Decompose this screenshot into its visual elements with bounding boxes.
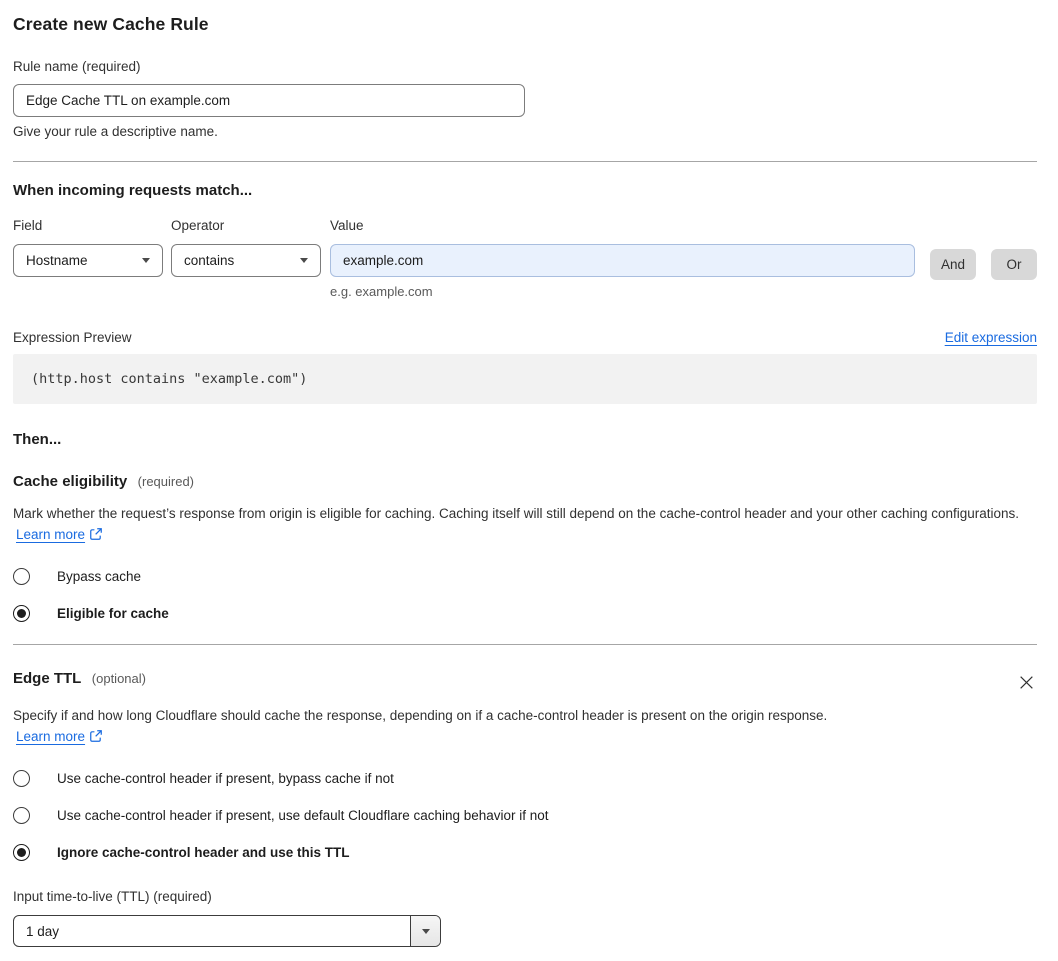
operator-select[interactable]: contains	[171, 244, 321, 277]
edge-ttl-title-wrap: Edge TTL (optional)	[13, 670, 146, 688]
edge-ttl-qualifier: (optional)	[91, 671, 146, 686]
external-link-icon	[89, 526, 103, 547]
expression-code-block: (http.host contains "example.com")	[13, 354, 1037, 404]
create-cache-rule-page: Create new Cache Rule Rule name (require…	[0, 0, 1058, 961]
radio-label: Use cache-control header if present, byp…	[57, 771, 394, 786]
radio-icon	[13, 770, 30, 787]
chevron-down-icon	[142, 258, 150, 263]
radio-ignore-header-use-ttl[interactable]: Ignore cache-control header and use this…	[13, 844, 1037, 861]
match-condition-row: Field Hostname Operator contains Value e…	[13, 218, 1037, 299]
chevron-down-icon	[421, 928, 430, 934]
operator-label: Operator	[171, 218, 225, 233]
radio-icon-checked	[13, 844, 30, 861]
close-icon	[1020, 676, 1033, 689]
cache-eligibility-title: Cache eligibility	[13, 473, 128, 490]
radio-icon-checked	[13, 605, 30, 622]
cache-eligibility-options: Bypass cache Eligible for cache	[13, 568, 1037, 622]
radio-use-header-default[interactable]: Use cache-control header if present, use…	[13, 807, 1037, 824]
ttl-label: Input time-to-live (TTL) (required)	[13, 889, 212, 904]
operator-column: Operator contains	[171, 218, 321, 277]
close-edge-ttl-button[interactable]	[1016, 672, 1037, 693]
external-link-icon	[89, 728, 103, 749]
radio-label: Bypass cache	[57, 569, 142, 584]
field-select-value: Hostname	[26, 253, 88, 268]
radio-icon	[13, 807, 30, 824]
expression-header: Expression Preview Edit expression	[13, 330, 1037, 345]
operator-select-value: contains	[184, 253, 235, 268]
edge-ttl-title: Edge TTL	[13, 670, 82, 687]
expression-code: (http.host contains "example.com")	[31, 371, 308, 387]
divider	[13, 644, 1037, 645]
edge-ttl-learn-more-link[interactable]: Learn more	[16, 729, 85, 744]
field-select[interactable]: Hostname	[13, 244, 163, 277]
radio-label: Ignore cache-control header and use this…	[57, 845, 350, 860]
cache-eligibility-description: Mark whether the request’s response from…	[13, 503, 1037, 547]
edge-ttl-description-text: Specify if and how long Cloudflare shoul…	[13, 708, 828, 723]
radio-label: Use cache-control header if present, use…	[57, 808, 549, 823]
field-column: Field Hostname	[13, 218, 163, 277]
rule-name-input[interactable]	[13, 84, 525, 117]
chevron-down-icon	[300, 258, 308, 263]
edge-ttl-options: Use cache-control header if present, byp…	[13, 770, 1037, 861]
cache-eligibility-qualifier: (required)	[137, 474, 195, 489]
cache-eligibility-description-text: Mark whether the request’s response from…	[13, 506, 1020, 521]
field-label: Field	[13, 218, 43, 233]
edit-expression-link[interactable]: Edit expression	[945, 330, 1037, 345]
ttl-select-arrow-button[interactable]	[410, 916, 440, 946]
and-button[interactable]: And	[930, 249, 976, 280]
then-heading: Then...	[13, 431, 62, 448]
radio-label: Eligible for cache	[57, 606, 169, 621]
value-input[interactable]	[330, 244, 915, 277]
radio-bypass-cache[interactable]: Bypass cache	[13, 568, 1037, 585]
ttl-input-group: Input time-to-live (TTL) (required) 1 da…	[13, 888, 1037, 947]
cache-eligibility-learn-more-link[interactable]: Learn more	[16, 527, 85, 542]
expression-preview-label: Expression Preview	[13, 330, 132, 345]
divider	[13, 161, 1037, 162]
rule-name-help: Give your rule a descriptive name.	[13, 124, 218, 139]
rule-name-group: Rule name (required) Give your rule a de…	[13, 58, 1037, 139]
or-button[interactable]: Or	[991, 249, 1037, 280]
ttl-select-value: 1 day	[26, 923, 60, 939]
cache-eligibility-header: Cache eligibility (required)	[13, 473, 1037, 491]
edge-ttl-description: Specify if and how long Cloudflare shoul…	[13, 705, 843, 749]
page-title: Create new Cache Rule	[13, 14, 209, 34]
radio-icon	[13, 568, 30, 585]
ttl-select[interactable]: 1 day	[13, 915, 441, 947]
value-hint: e.g. example.com	[330, 284, 433, 299]
value-column: Value e.g. example.com	[330, 218, 916, 299]
radio-use-header-bypass[interactable]: Use cache-control header if present, byp…	[13, 770, 1037, 787]
value-label: Value	[330, 218, 364, 233]
edge-ttl-header: Edge TTL (optional)	[13, 670, 1037, 693]
match-section-heading: When incoming requests match...	[13, 182, 253, 199]
cache-eligibility-title-wrap: Cache eligibility (required)	[13, 473, 194, 491]
radio-eligible-for-cache[interactable]: Eligible for cache	[13, 605, 1037, 622]
rule-name-label: Rule name (required)	[13, 59, 141, 74]
